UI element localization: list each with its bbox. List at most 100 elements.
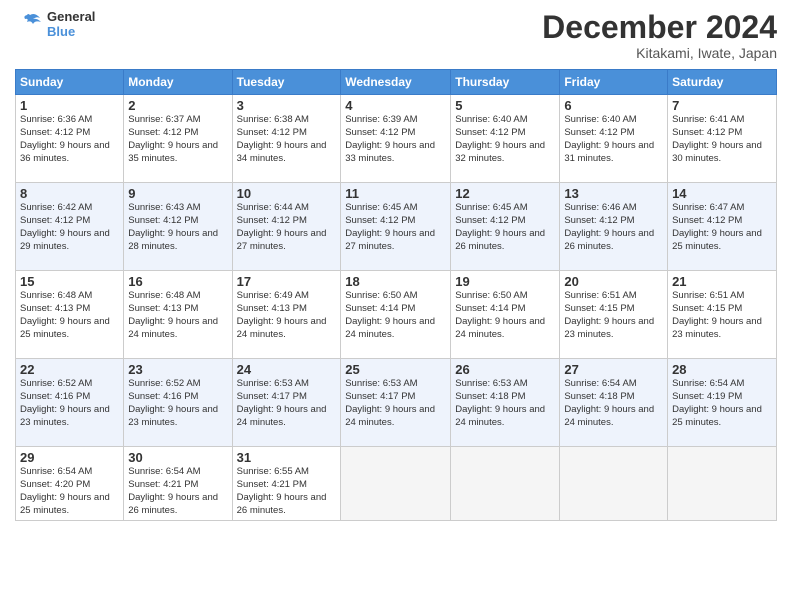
day-number: 15 xyxy=(20,274,119,289)
day-info: Sunrise: 6:54 AM Sunset: 4:20 PM Dayligh… xyxy=(20,466,119,517)
day-info: Sunrise: 6:52 AM Sunset: 4:16 PM Dayligh… xyxy=(20,378,119,429)
day-number: 10 xyxy=(237,186,337,201)
col-wednesday: Wednesday xyxy=(341,70,451,95)
location: Kitakami, Iwate, Japan xyxy=(542,45,777,61)
table-row: 28 Sunrise: 6:54 AM Sunset: 4:19 PM Dayl… xyxy=(668,359,777,447)
col-tuesday: Tuesday xyxy=(232,70,341,95)
table-row: 18 Sunrise: 6:50 AM Sunset: 4:14 PM Dayl… xyxy=(341,271,451,359)
logo-blue: Blue xyxy=(47,25,95,40)
day-number: 23 xyxy=(128,362,227,377)
day-info: Sunrise: 6:40 AM Sunset: 4:12 PM Dayligh… xyxy=(455,114,555,165)
calendar-week-row: 15 Sunrise: 6:48 AM Sunset: 4:13 PM Dayl… xyxy=(16,271,777,359)
day-number: 13 xyxy=(564,186,663,201)
day-number: 16 xyxy=(128,274,227,289)
day-number: 11 xyxy=(345,186,446,201)
table-row: 14 Sunrise: 6:47 AM Sunset: 4:12 PM Dayl… xyxy=(668,183,777,271)
day-number: 8 xyxy=(20,186,119,201)
table-row: 23 Sunrise: 6:52 AM Sunset: 4:16 PM Dayl… xyxy=(124,359,232,447)
day-number: 5 xyxy=(455,98,555,113)
logo: General Blue xyxy=(15,10,95,40)
day-info: Sunrise: 6:50 AM Sunset: 4:14 PM Dayligh… xyxy=(455,290,555,341)
day-info: Sunrise: 6:54 AM Sunset: 4:19 PM Dayligh… xyxy=(672,378,772,429)
day-info: Sunrise: 6:53 AM Sunset: 4:17 PM Dayligh… xyxy=(237,378,337,429)
day-info: Sunrise: 6:48 AM Sunset: 4:13 PM Dayligh… xyxy=(128,290,227,341)
table-row: 31 Sunrise: 6:55 AM Sunset: 4:21 PM Dayl… xyxy=(232,447,341,521)
table-row: 2 Sunrise: 6:37 AM Sunset: 4:12 PM Dayli… xyxy=(124,95,232,183)
day-number: 9 xyxy=(128,186,227,201)
table-row: 6 Sunrise: 6:40 AM Sunset: 4:12 PM Dayli… xyxy=(560,95,668,183)
table-row xyxy=(668,447,777,521)
day-info: Sunrise: 6:36 AM Sunset: 4:12 PM Dayligh… xyxy=(20,114,119,165)
day-number: 18 xyxy=(345,274,446,289)
day-info: Sunrise: 6:44 AM Sunset: 4:12 PM Dayligh… xyxy=(237,202,337,253)
title-block: December 2024 Kitakami, Iwate, Japan xyxy=(542,10,777,61)
logo-bird-icon xyxy=(15,10,45,40)
day-info: Sunrise: 6:45 AM Sunset: 4:12 PM Dayligh… xyxy=(345,202,446,253)
header: General Blue December 2024 Kitakami, Iwa… xyxy=(15,10,777,61)
col-thursday: Thursday xyxy=(451,70,560,95)
table-row: 27 Sunrise: 6:54 AM Sunset: 4:18 PM Dayl… xyxy=(560,359,668,447)
col-sunday: Sunday xyxy=(16,70,124,95)
day-info: Sunrise: 6:39 AM Sunset: 4:12 PM Dayligh… xyxy=(345,114,446,165)
day-number: 12 xyxy=(455,186,555,201)
col-friday: Friday xyxy=(560,70,668,95)
calendar-header-row: Sunday Monday Tuesday Wednesday Thursday… xyxy=(16,70,777,95)
table-row: 16 Sunrise: 6:48 AM Sunset: 4:13 PM Dayl… xyxy=(124,271,232,359)
logo-general: General xyxy=(47,10,95,25)
day-number: 27 xyxy=(564,362,663,377)
table-row: 11 Sunrise: 6:45 AM Sunset: 4:12 PM Dayl… xyxy=(341,183,451,271)
day-info: Sunrise: 6:40 AM Sunset: 4:12 PM Dayligh… xyxy=(564,114,663,165)
day-info: Sunrise: 6:51 AM Sunset: 4:15 PM Dayligh… xyxy=(564,290,663,341)
table-row: 8 Sunrise: 6:42 AM Sunset: 4:12 PM Dayli… xyxy=(16,183,124,271)
table-row: 19 Sunrise: 6:50 AM Sunset: 4:14 PM Dayl… xyxy=(451,271,560,359)
day-number: 17 xyxy=(237,274,337,289)
day-number: 21 xyxy=(672,274,772,289)
table-row: 1 Sunrise: 6:36 AM Sunset: 4:12 PM Dayli… xyxy=(16,95,124,183)
day-info: Sunrise: 6:51 AM Sunset: 4:15 PM Dayligh… xyxy=(672,290,772,341)
month-title: December 2024 xyxy=(542,10,777,45)
table-row: 13 Sunrise: 6:46 AM Sunset: 4:12 PM Dayl… xyxy=(560,183,668,271)
day-info: Sunrise: 6:52 AM Sunset: 4:16 PM Dayligh… xyxy=(128,378,227,429)
table-row: 15 Sunrise: 6:48 AM Sunset: 4:13 PM Dayl… xyxy=(16,271,124,359)
day-info: Sunrise: 6:46 AM Sunset: 4:12 PM Dayligh… xyxy=(564,202,663,253)
table-row: 24 Sunrise: 6:53 AM Sunset: 4:17 PM Dayl… xyxy=(232,359,341,447)
day-number: 22 xyxy=(20,362,119,377)
table-row: 3 Sunrise: 6:38 AM Sunset: 4:12 PM Dayli… xyxy=(232,95,341,183)
day-info: Sunrise: 6:37 AM Sunset: 4:12 PM Dayligh… xyxy=(128,114,227,165)
day-number: 14 xyxy=(672,186,772,201)
table-row: 26 Sunrise: 6:53 AM Sunset: 4:18 PM Dayl… xyxy=(451,359,560,447)
table-row: 21 Sunrise: 6:51 AM Sunset: 4:15 PM Dayl… xyxy=(668,271,777,359)
day-number: 1 xyxy=(20,98,119,113)
table-row: 20 Sunrise: 6:51 AM Sunset: 4:15 PM Dayl… xyxy=(560,271,668,359)
day-number: 31 xyxy=(237,450,337,465)
day-info: Sunrise: 6:47 AM Sunset: 4:12 PM Dayligh… xyxy=(672,202,772,253)
calendar-week-row: 22 Sunrise: 6:52 AM Sunset: 4:16 PM Dayl… xyxy=(16,359,777,447)
table-row xyxy=(560,447,668,521)
day-info: Sunrise: 6:42 AM Sunset: 4:12 PM Dayligh… xyxy=(20,202,119,253)
table-row: 7 Sunrise: 6:41 AM Sunset: 4:12 PM Dayli… xyxy=(668,95,777,183)
day-info: Sunrise: 6:54 AM Sunset: 4:21 PM Dayligh… xyxy=(128,466,227,517)
day-info: Sunrise: 6:45 AM Sunset: 4:12 PM Dayligh… xyxy=(455,202,555,253)
day-number: 3 xyxy=(237,98,337,113)
calendar-table: Sunday Monday Tuesday Wednesday Thursday… xyxy=(15,69,777,521)
calendar-week-row: 29 Sunrise: 6:54 AM Sunset: 4:20 PM Dayl… xyxy=(16,447,777,521)
table-row xyxy=(451,447,560,521)
day-info: Sunrise: 6:53 AM Sunset: 4:17 PM Dayligh… xyxy=(345,378,446,429)
day-info: Sunrise: 6:50 AM Sunset: 4:14 PM Dayligh… xyxy=(345,290,446,341)
table-row: 4 Sunrise: 6:39 AM Sunset: 4:12 PM Dayli… xyxy=(341,95,451,183)
calendar-week-row: 8 Sunrise: 6:42 AM Sunset: 4:12 PM Dayli… xyxy=(16,183,777,271)
day-number: 26 xyxy=(455,362,555,377)
day-info: Sunrise: 6:48 AM Sunset: 4:13 PM Dayligh… xyxy=(20,290,119,341)
page-container: General Blue December 2024 Kitakami, Iwa… xyxy=(0,0,792,612)
day-info: Sunrise: 6:38 AM Sunset: 4:12 PM Dayligh… xyxy=(237,114,337,165)
table-row: 22 Sunrise: 6:52 AM Sunset: 4:16 PM Dayl… xyxy=(16,359,124,447)
table-row: 30 Sunrise: 6:54 AM Sunset: 4:21 PM Dayl… xyxy=(124,447,232,521)
table-row: 5 Sunrise: 6:40 AM Sunset: 4:12 PM Dayli… xyxy=(451,95,560,183)
day-number: 25 xyxy=(345,362,446,377)
day-number: 19 xyxy=(455,274,555,289)
day-number: 24 xyxy=(237,362,337,377)
day-number: 29 xyxy=(20,450,119,465)
day-number: 6 xyxy=(564,98,663,113)
table-row: 17 Sunrise: 6:49 AM Sunset: 4:13 PM Dayl… xyxy=(232,271,341,359)
table-row xyxy=(341,447,451,521)
